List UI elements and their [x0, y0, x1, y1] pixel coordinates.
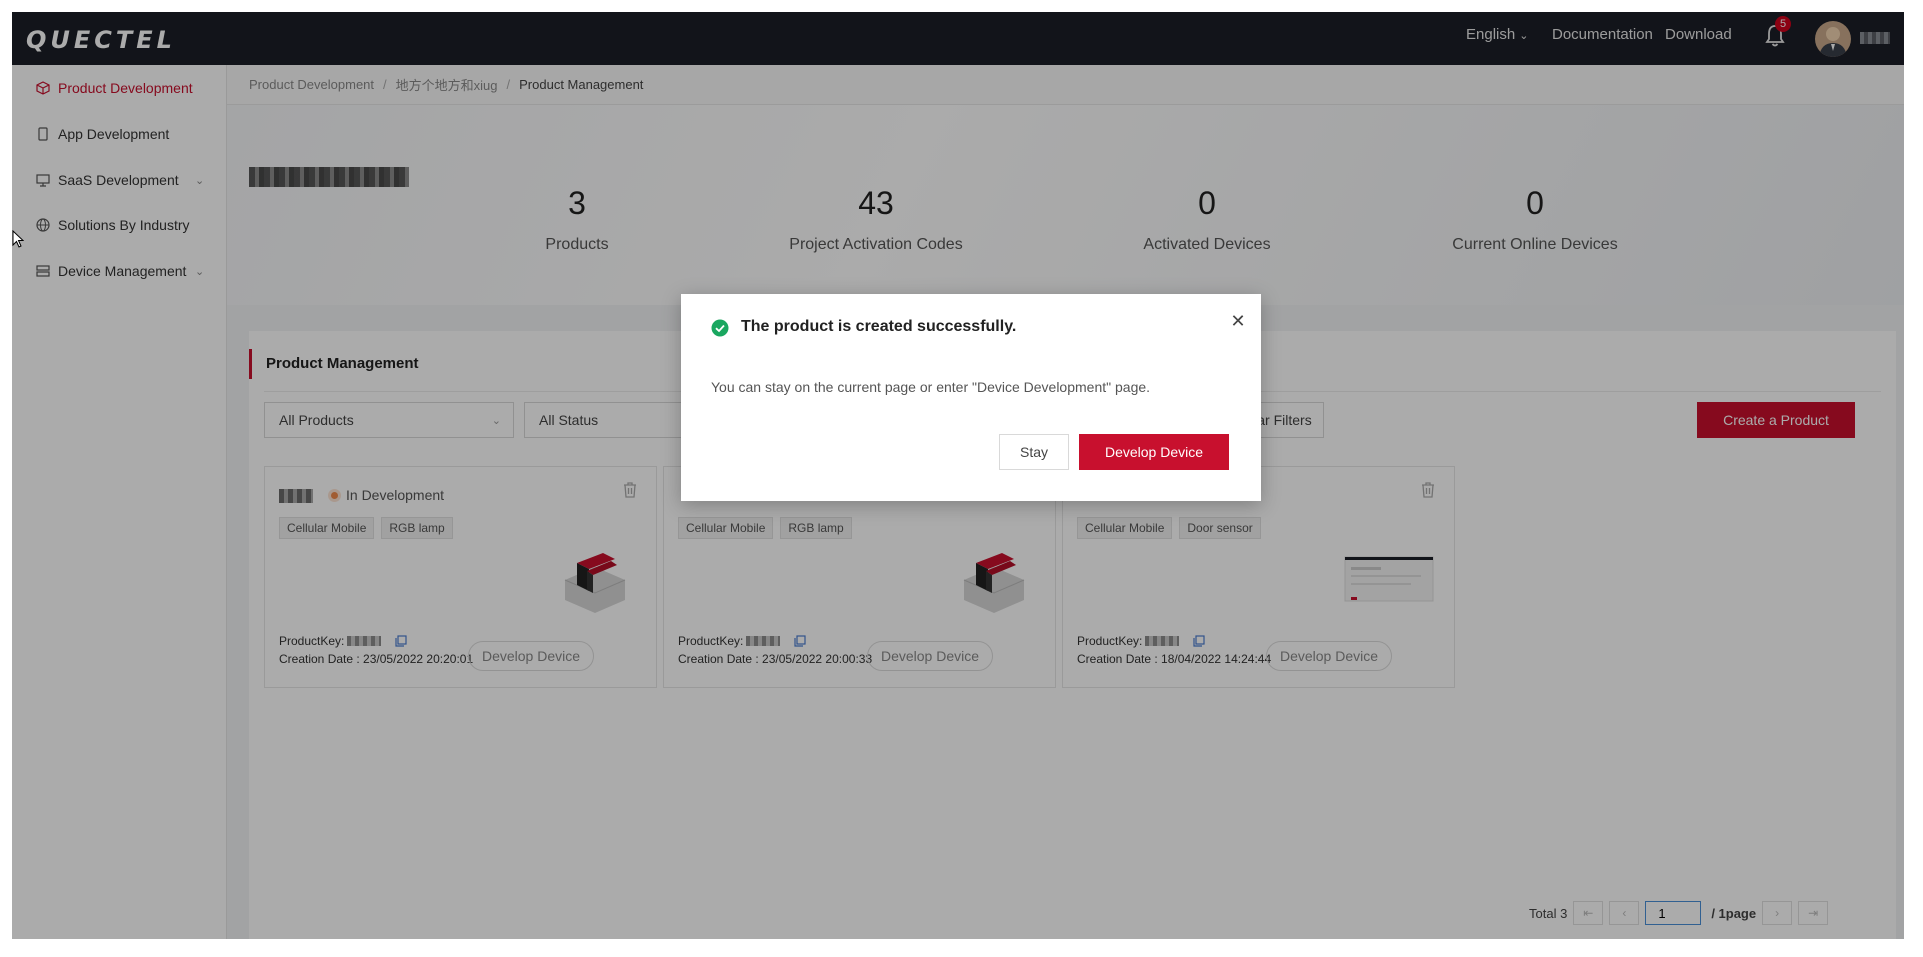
dialog-title: The product is created successfully. [741, 318, 1017, 335]
develop-device-button[interactable]: Develop Device [1079, 434, 1229, 470]
success-check-icon [711, 319, 729, 337]
dialog-message: You can stay on the current page or ente… [711, 379, 1151, 395]
close-icon[interactable]: ✕ [1229, 312, 1247, 330]
mouse-cursor-icon [12, 230, 24, 248]
app-window: QUECTEL English ⌄ Documentation Download … [12, 12, 1904, 939]
success-dialog: The product is created successfully. ✕ Y… [681, 294, 1261, 501]
stay-button[interactable]: Stay [999, 434, 1069, 470]
